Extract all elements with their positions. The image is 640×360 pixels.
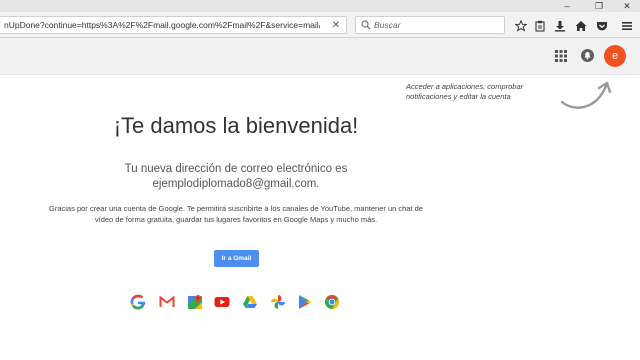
curved-arrow-icon <box>560 81 612 109</box>
pocket-icon[interactable] <box>595 19 609 33</box>
play-icon[interactable] <box>297 294 313 310</box>
close-window-button[interactable]: ✕ <box>616 0 638 12</box>
welcome-description: Gracias por crear una cuenta de Google. … <box>49 204 423 224</box>
drive-icon[interactable] <box>242 294 258 310</box>
minimize-button[interactable]: – <box>556 0 578 12</box>
star-icon[interactable] <box>514 19 528 33</box>
new-address-text: Tu nueva dirección de correo electrónico… <box>0 162 472 192</box>
onboarding-hint: Acceder a aplicaciones, comprobar notifi… <box>406 82 524 101</box>
maps-icon[interactable] <box>187 294 203 310</box>
chrome-icon[interactable] <box>324 294 340 310</box>
address-text[interactable]: nUpDone?continue=https%3A%2F%2Fmail.goog… <box>4 20 320 30</box>
photos-icon[interactable] <box>270 294 286 310</box>
navigation-bar: nUpDone?continue=https%3A%2F%2Fmail.goog… <box>0 12 640 38</box>
search-input[interactable]: Buscar <box>355 16 505 34</box>
browser-window: – ❐ ✕ nUpDone?continue=https%3A%2F%2Fmai… <box>0 0 640 360</box>
title-bar: – ❐ ✕ <box>0 0 640 12</box>
search-placeholder: Buscar <box>374 20 401 30</box>
google-header: e <box>0 38 640 75</box>
account-avatar[interactable]: e <box>604 45 626 67</box>
reading-list-icon[interactable] <box>533 19 547 33</box>
gmail-icon[interactable] <box>159 294 175 310</box>
search-icon <box>361 20 371 30</box>
google-icon[interactable] <box>130 294 146 310</box>
clear-url-icon[interactable]: ✕ <box>330 19 342 31</box>
restore-button[interactable]: ❐ <box>588 0 610 12</box>
youtube-icon[interactable] <box>214 294 230 310</box>
go-to-gmail-button[interactable]: Ir a Gmail <box>214 250 259 267</box>
page-title: ¡Te damos la bienvenida! <box>113 113 359 138</box>
email-address: ejemplodiplomado8@gmail.com. <box>152 178 320 190</box>
download-icon[interactable] <box>553 19 567 33</box>
home-icon[interactable] <box>574 19 588 33</box>
address-line-1: Tu nueva dirección de correo electrónico… <box>124 163 348 175</box>
apps-grid-icon[interactable] <box>555 50 567 62</box>
menu-icon[interactable] <box>620 19 634 33</box>
notifications-icon[interactable] <box>581 49 594 62</box>
address-bar[interactable]: nUpDone?continue=https%3A%2F%2Fmail.goog… <box>0 16 347 34</box>
